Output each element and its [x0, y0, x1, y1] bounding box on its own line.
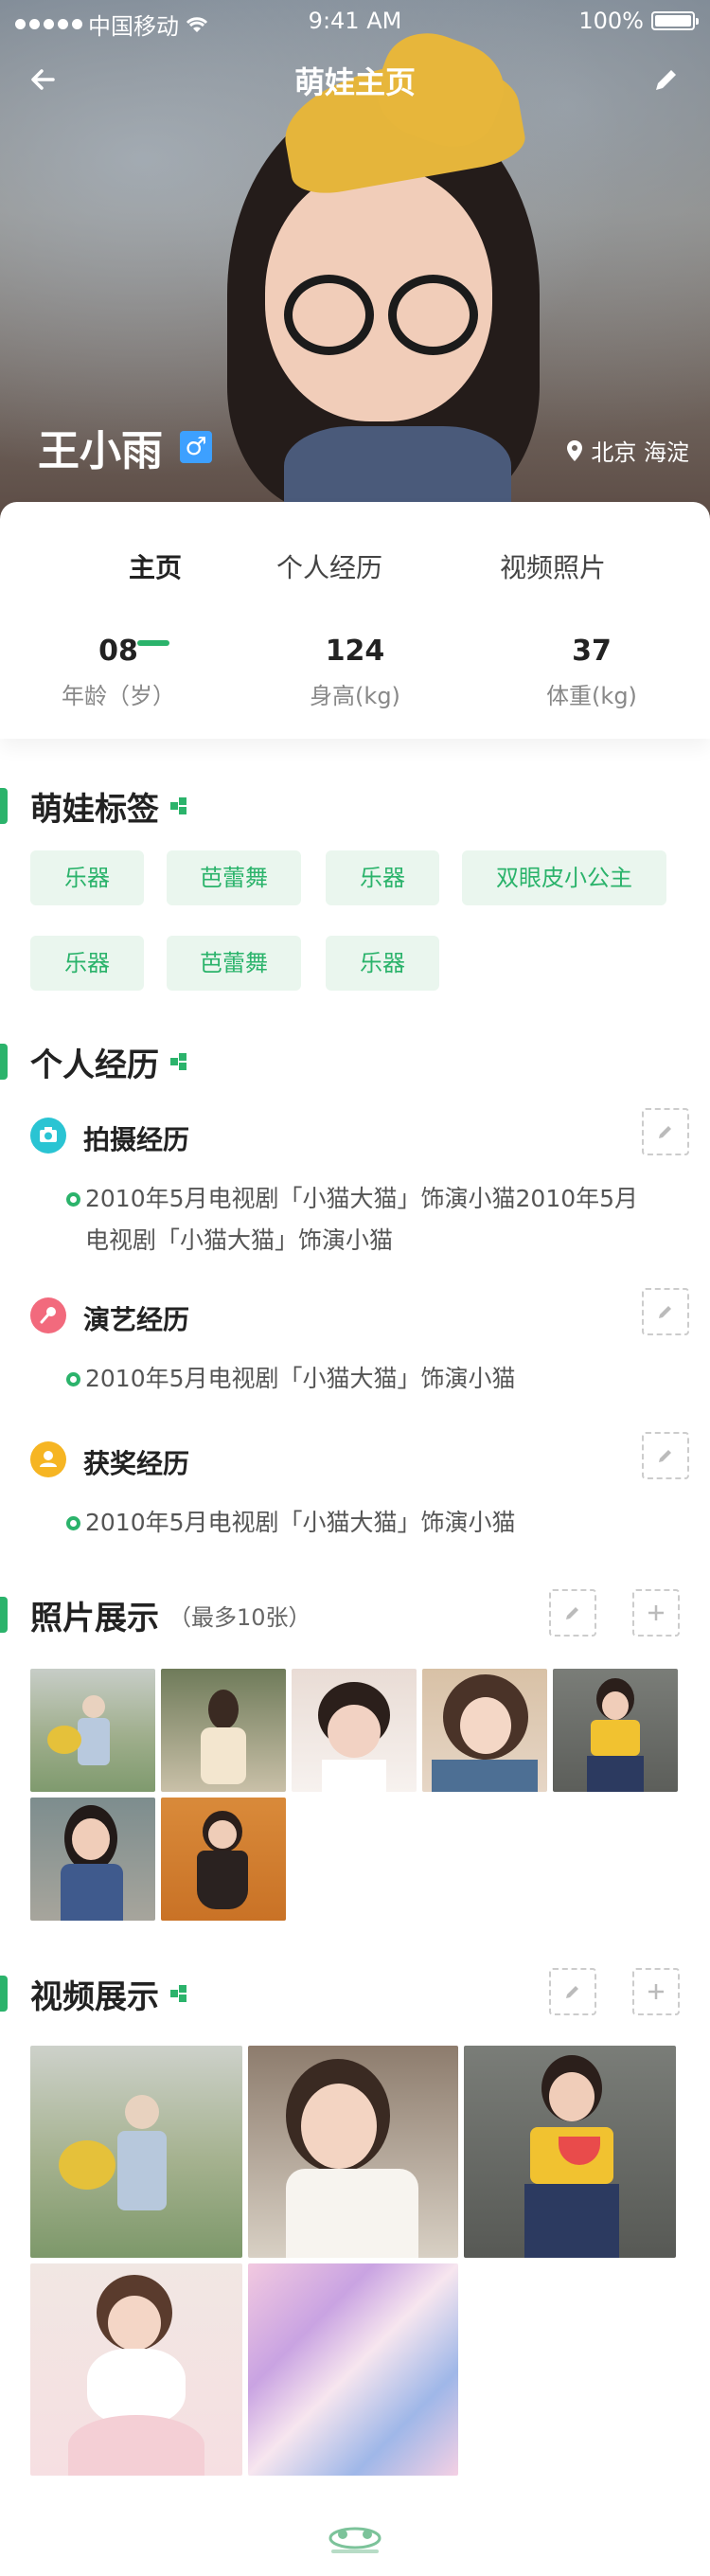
- location-text: 北京 海淀: [591, 439, 689, 466]
- battery-icon: [651, 11, 699, 30]
- photo-thumbnail[interactable]: [161, 1798, 286, 1921]
- experience-desc-text: 2010年5月电视剧「小猫大猫」饰演小猫: [85, 1509, 516, 1536]
- experience-description: 2010年5月电视剧「小猫大猫」饰演小猫: [66, 1502, 653, 1544]
- edit-photos-button[interactable]: [549, 1589, 596, 1637]
- plus-icon: [648, 1605, 664, 1620]
- stat-height: 124 身高(kg): [260, 635, 450, 710]
- tab-media[interactable]: 视频照片: [500, 547, 606, 585]
- tab-experience[interactable]: 个人经历: [276, 547, 382, 585]
- experience-description: 2010年5月电视剧「小猫大猫」饰演小猫: [66, 1358, 653, 1400]
- male-icon: ♂: [180, 431, 212, 463]
- photo-thumbnail[interactable]: [553, 1669, 678, 1792]
- video-thumbnail[interactable]: [464, 2046, 676, 2258]
- app-logo: [328, 2527, 382, 2553]
- status-bar: 中国移动 9:41 AM 100%: [0, 0, 710, 42]
- tag-chip[interactable]: 芭蕾舞: [167, 936, 301, 991]
- photo-thumbnail[interactable]: [30, 1798, 155, 1921]
- bullet-icon: [66, 1372, 80, 1386]
- section-deco-icon: [170, 1985, 187, 2002]
- microphone-icon: [30, 1297, 66, 1333]
- stat-value: 124: [325, 635, 385, 668]
- experience-title: 获奖经历: [83, 1448, 190, 1479]
- stat-label: 年龄（岁）: [62, 683, 175, 709]
- experience-desc-text: 2010年5月电视剧「小猫大猫」饰演小猫2010年5月电视剧「小猫大猫」饰演小猫: [85, 1185, 639, 1254]
- videos-section-title: 视频展示: [0, 1970, 187, 2017]
- pencil-icon: [566, 1986, 578, 1998]
- stat-age: 08 年龄（岁）: [24, 635, 213, 710]
- stat-label: 身高(kg): [310, 683, 400, 709]
- edit-experience-button[interactable]: [642, 1432, 689, 1479]
- section-deco-icon: [170, 797, 187, 814]
- pencil-icon: [566, 1607, 578, 1619]
- experience-desc-text: 2010年5月电视剧「小猫大猫」饰演小猫: [85, 1365, 516, 1392]
- battery-percent: 100%: [578, 8, 644, 34]
- plus-icon: [648, 1984, 664, 1999]
- section-title-text: 个人经历: [30, 1046, 159, 1084]
- profile-tabs: 主页 个人经历 视频照片: [0, 547, 710, 646]
- video-thumbnail[interactable]: [30, 2263, 242, 2476]
- experience-title: 拍摄经历: [83, 1124, 190, 1155]
- photo-thumbnail[interactable]: [422, 1669, 547, 1792]
- pencil-icon[interactable]: [648, 61, 685, 98]
- section-accent-bar: [0, 1044, 8, 1080]
- page-title: 萌娃主页: [293, 64, 416, 100]
- bullet-icon: [66, 1516, 80, 1530]
- section-title-text: 视频展示: [30, 1977, 159, 2016]
- photos-section-title: 照片展示 （最多10张）: [0, 1591, 311, 1638]
- section-subtitle: （最多10张）: [169, 1603, 311, 1631]
- video-thumbnail[interactable]: [30, 2046, 242, 2258]
- tag-chip[interactable]: 乐器: [30, 936, 144, 991]
- pencil-icon: [659, 1306, 671, 1318]
- profile-hero: 中国移动 9:41 AM 100% 萌娃主页 王小雨 ♂ 北京 海淀: [0, 0, 710, 530]
- stats-row: 08 年龄（岁） 124 身高(kg) 37 体重(kg): [0, 635, 710, 729]
- nav-bar: 萌娃主页: [0, 49, 710, 106]
- stat-label: 体重(kg): [546, 683, 637, 709]
- section-deco-icon: [170, 1053, 187, 1070]
- pencil-icon: [659, 1450, 671, 1462]
- profile-name: 王小雨: [38, 427, 163, 475]
- photo-thumbnail[interactable]: [292, 1669, 417, 1792]
- stat-value: 37: [572, 635, 612, 668]
- section-accent-bar: [0, 1976, 8, 2012]
- experience-description: 2010年5月电视剧「小猫大猫」饰演小猫2010年5月电视剧「小猫大猫」饰演小猫: [66, 1178, 653, 1261]
- add-video-button[interactable]: [632, 1968, 680, 2015]
- section-accent-bar: [0, 788, 8, 824]
- section-accent-bar: [0, 1597, 8, 1633]
- experience-title: 演艺经历: [83, 1304, 190, 1335]
- tag-chip[interactable]: 乐器: [326, 850, 439, 905]
- profile-location: 北京 海淀: [566, 434, 689, 467]
- tab-home[interactable]: 主页: [129, 547, 182, 585]
- location-pin-icon: [567, 439, 583, 461]
- video-thumbnail[interactable]: [248, 2046, 458, 2258]
- stat-value: 08: [98, 635, 138, 668]
- tag-chip[interactable]: 双眼皮小公主: [462, 850, 666, 905]
- profile-card: 主页 个人经历 视频照片 08 年龄（岁） 124 身高(kg) 37 体重(k…: [0, 502, 710, 739]
- tag-chip[interactable]: 乐器: [326, 936, 439, 991]
- edit-experience-button[interactable]: [642, 1288, 689, 1335]
- camera-icon: [30, 1118, 66, 1154]
- edit-videos-button[interactable]: [549, 1968, 596, 2015]
- user-award-icon: [30, 1441, 66, 1477]
- photo-thumbnail[interactable]: [161, 1669, 286, 1792]
- tags-section-title: 萌娃标签: [0, 782, 187, 830]
- section-title-text: 照片展示: [30, 1599, 159, 1637]
- section-title-text: 萌娃标签: [30, 790, 159, 829]
- video-thumbnail[interactable]: [248, 2263, 458, 2476]
- edit-experience-button[interactable]: [642, 1108, 689, 1155]
- experience-section-title: 个人经历: [0, 1038, 187, 1085]
- tag-chip[interactable]: 芭蕾舞: [167, 850, 301, 905]
- add-photo-button[interactable]: [632, 1589, 680, 1637]
- bullet-icon: [66, 1192, 80, 1207]
- photo-thumbnail[interactable]: [30, 1669, 155, 1792]
- stat-weight: 37 体重(kg): [497, 635, 686, 710]
- profile-name-row: 王小雨 ♂: [38, 417, 212, 477]
- tag-chip[interactable]: 乐器: [30, 850, 144, 905]
- pencil-icon: [659, 1126, 671, 1138]
